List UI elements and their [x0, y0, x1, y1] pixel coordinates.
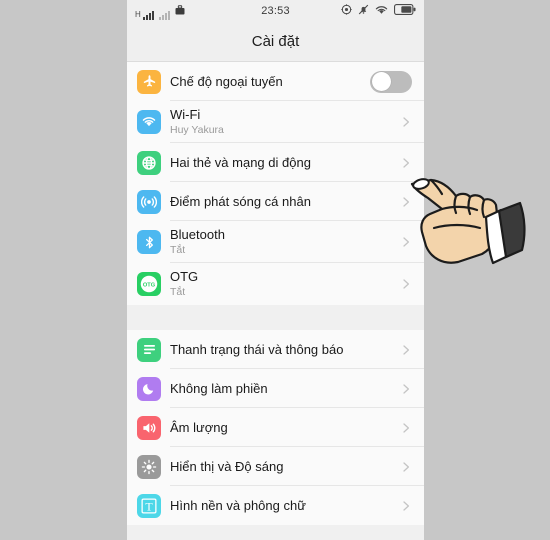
hotspot-icon	[137, 189, 161, 214]
list-item-text: Thanh trạng thái và thông báo	[170, 342, 394, 358]
chevron-right-icon	[400, 383, 412, 395]
list-item-label: Thanh trạng thái và thông báo	[170, 341, 344, 357]
settings-list: Chế độ ngoại tuyến Wi-Fi Huy Yakura Hai thẻ…	[127, 62, 424, 525]
chevron-right-icon	[400, 116, 412, 128]
list-icon	[137, 337, 161, 362]
chevron-right-icon	[400, 500, 412, 512]
chevron-right-icon	[400, 236, 412, 248]
chevron-right-icon	[400, 278, 412, 290]
brightness-icon	[137, 454, 161, 479]
svg-text:OTG: OTG	[143, 282, 156, 288]
svg-text:T: T	[145, 499, 153, 513]
list-item-text: Hai thẻ và mạng di động	[170, 155, 394, 171]
list-group-connectivity: Chế độ ngoại tuyến Wi-Fi Huy Yakura Hai thẻ…	[127, 62, 424, 305]
wifi-icon	[137, 110, 161, 134]
list-item-sublabel: Huy Yakura	[170, 124, 224, 136]
list-item-text: Hiển thị và Độ sáng	[170, 459, 394, 475]
list-bottom-spacer	[127, 525, 424, 540]
phone-screen: H 23:53 Cài đặt Chế độ ngoại tuyến Wi-Fi…	[127, 0, 424, 540]
list-item-sublabel: Tắt	[170, 244, 186, 256]
list-item-personal-hotspot[interactable]: Điểm phát sóng cá nhân	[127, 182, 424, 221]
list-item-otg[interactable]: OTG OTG Tắt	[127, 263, 424, 305]
otg-icon: OTG	[137, 272, 161, 296]
list-item-label: Bluetooth	[170, 227, 225, 242]
airplane-icon	[137, 69, 161, 94]
status-bar: H 23:53	[127, 0, 424, 22]
list-item-label: Hai thẻ và mạng di động	[170, 154, 311, 170]
list-group-device: Thanh trạng thái và thông báo Không làm p…	[127, 330, 424, 525]
list-item-label: Hiển thị và Độ sáng	[170, 458, 284, 474]
list-item-text: Không làm phiền	[170, 381, 394, 397]
status-bar-clock: 23:53	[261, 5, 290, 17]
list-item-display-brightness[interactable]: Hiển thị và Độ sáng	[127, 447, 424, 486]
list-item-dual-sim-mobile-network[interactable]: Hai thẻ và mạng di động	[127, 143, 424, 182]
list-item-text: OTG Tắt	[170, 269, 394, 299]
chevron-right-icon	[400, 196, 412, 208]
chevron-right-icon	[400, 157, 412, 169]
list-item-sublabel: Tắt	[170, 286, 186, 298]
globe-icon	[137, 150, 161, 175]
list-item-wifi[interactable]: Wi-Fi Huy Yakura	[127, 101, 424, 143]
list-item-do-not-disturb[interactable]: Không làm phiền	[127, 369, 424, 408]
list-item-airplane-mode[interactable]: Chế độ ngoại tuyến	[127, 62, 424, 101]
chevron-right-icon	[400, 461, 412, 473]
list-item-text: Bluetooth Tắt	[170, 227, 394, 257]
list-item-status-bar-notifications[interactable]: Thanh trạng thái và thông báo	[127, 330, 424, 369]
list-item-text: Âm lượng	[170, 420, 394, 436]
list-item-wallpaper-font[interactable]: T Hình nền và phông chữ	[127, 486, 424, 525]
page-header: Cài đặt	[127, 22, 424, 62]
list-item-text: Wi-Fi Huy Yakura	[170, 107, 394, 137]
list-item-label: Điểm phát sóng cá nhân	[170, 193, 311, 209]
list-item-label: Âm lượng	[170, 419, 228, 435]
page-title: Cài đặt	[251, 33, 300, 50]
list-item-label: Chế độ ngoại tuyến	[170, 73, 283, 89]
list-item-text: Hình nền và phông chữ	[170, 498, 394, 514]
list-item-text: Điểm phát sóng cá nhân	[170, 194, 394, 210]
chevron-right-icon	[400, 344, 412, 356]
list-item-text: Chế độ ngoại tuyến	[170, 74, 370, 90]
toggle-knob	[371, 72, 391, 91]
list-item-label: Wi-Fi	[170, 107, 201, 122]
speaker-icon	[137, 415, 161, 440]
list-item-label: OTG	[170, 269, 199, 284]
bluetooth-icon	[137, 230, 161, 254]
list-item-label: Hình nền và phông chữ	[170, 497, 306, 513]
chevron-right-icon	[400, 422, 412, 434]
toggle-switch-airplane-mode[interactable]	[370, 70, 412, 93]
moon-icon	[137, 376, 161, 401]
list-group-separator	[127, 305, 424, 330]
list-item-label: Không làm phiền	[170, 380, 268, 396]
list-item-volume[interactable]: Âm lượng	[127, 408, 424, 447]
text-icon: T	[137, 493, 161, 518]
list-item-bluetooth[interactable]: Bluetooth Tắt	[127, 221, 424, 263]
